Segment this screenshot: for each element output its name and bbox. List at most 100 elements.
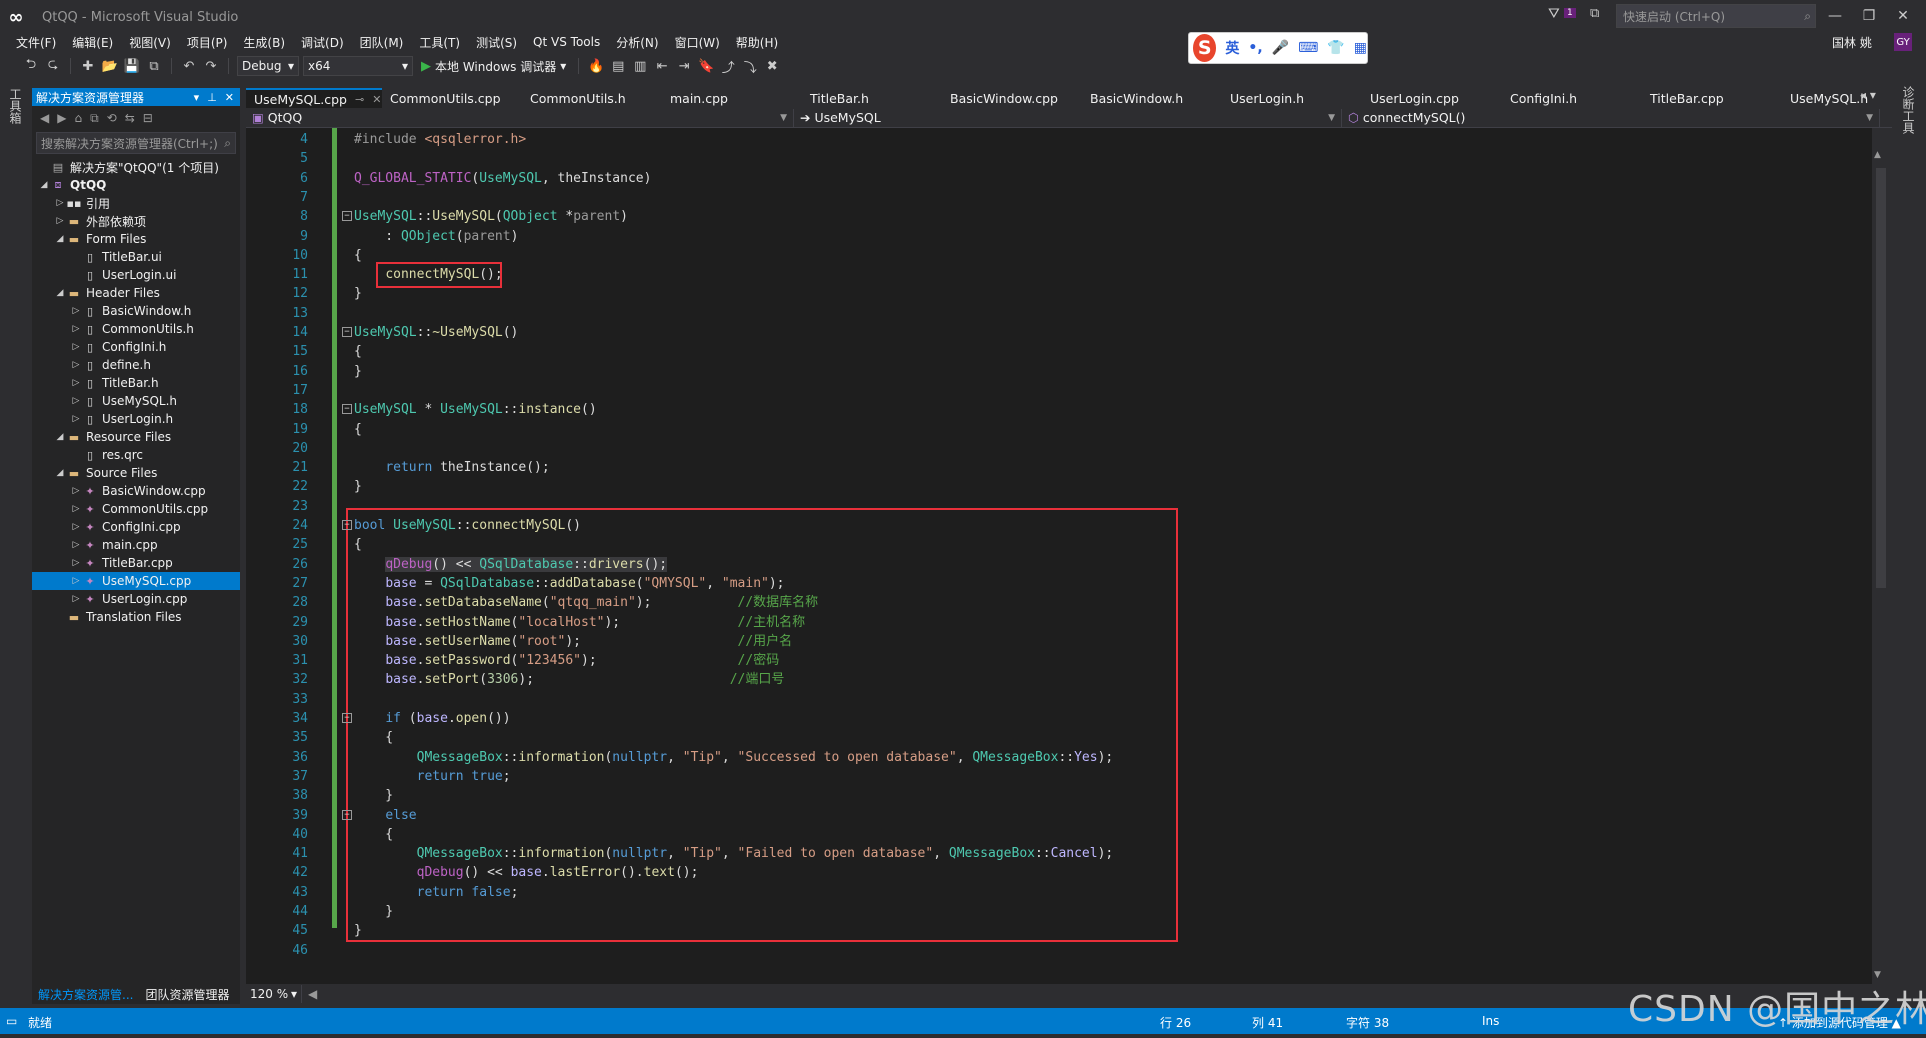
- tab-team-explorer[interactable]: 团队资源管理器: [139, 984, 235, 1004]
- tree-item[interactable]: ◢ ▬ Header Files: [32, 284, 240, 302]
- collapsed-arrow-icon[interactable]: ▷: [70, 324, 82, 334]
- open-file-icon[interactable]: 📂: [101, 59, 119, 74]
- expanded-arrow-icon[interactable]: ◢: [54, 234, 66, 244]
- scroll-up-icon[interactable]: ▲: [1874, 150, 1881, 160]
- tree-item[interactable]: ▷ ▯ define.h: [32, 356, 240, 374]
- menu-build[interactable]: 生成(B): [235, 34, 293, 51]
- document-tab[interactable]: main.cpp: [662, 88, 802, 108]
- uncomment-icon[interactable]: ▥: [631, 59, 649, 74]
- pin-icon[interactable]: ⊥: [207, 91, 217, 104]
- menu-team[interactable]: 团队(M): [352, 34, 412, 51]
- tab-solution-explorer[interactable]: 解决方案资源管...: [32, 984, 139, 1004]
- tree-item[interactable]: ◢ ⧈ QtQQ: [32, 176, 240, 194]
- collapse-region-icon[interactable]: −: [342, 809, 352, 820]
- code-line[interactable]: }: [354, 284, 362, 303]
- scroll-left-icon[interactable]: ◀: [308, 987, 317, 1001]
- tree-item[interactable]: ▷ ✦ TitleBar.cpp: [32, 554, 240, 572]
- code-line[interactable]: {: [354, 342, 362, 361]
- forward-icon[interactable]: ⮎: [44, 55, 62, 77]
- collapsed-arrow-icon[interactable]: ▷: [70, 414, 82, 424]
- code-line[interactable]: UseMySQL::~UseMySQL(): [354, 323, 518, 342]
- collapsed-arrow-icon[interactable]: ▷: [70, 306, 82, 316]
- document-tab[interactable]: TitleBar.h: [802, 88, 942, 108]
- tree-item[interactable]: ▷ ▯ UserLogin.h: [32, 410, 240, 428]
- tree-item[interactable]: ▷ ✦ BasicWindow.cpp: [32, 482, 240, 500]
- scrollbar-thumb[interactable]: [1876, 168, 1886, 588]
- collapsed-arrow-icon[interactable]: ▷: [70, 576, 82, 586]
- tree-item[interactable]: ▷ ▯ CommonUtils.h: [32, 320, 240, 338]
- menu-debug[interactable]: 调试(D): [293, 34, 352, 51]
- project-scope-select[interactable]: ▣ QtQQ ▼: [246, 108, 794, 127]
- collapse-region-icon[interactable]: −: [342, 327, 352, 337]
- tree-item[interactable]: ◢ ▬ Form Files: [32, 230, 240, 248]
- menu-analyze[interactable]: 分析(N): [608, 34, 666, 51]
- notification-flag-icon[interactable]: ⛛: [1548, 6, 1560, 22]
- back-icon[interactable]: ⮌: [22, 55, 40, 77]
- chevron-down-icon[interactable]: ▾: [194, 91, 200, 104]
- collapse-region-icon[interactable]: −: [342, 520, 352, 530]
- tree-item[interactable]: ▯ UserLogin.ui: [32, 266, 240, 284]
- notification-count-badge[interactable]: 1: [1564, 8, 1576, 18]
- code-line[interactable]: UseMySQL::UseMySQL(QObject *parent): [354, 207, 628, 226]
- tree-item[interactable]: ▷ ✦ main.cpp: [32, 536, 240, 554]
- quick-launch-input[interactable]: 快速启动 (Ctrl+Q) ⌕: [1616, 4, 1816, 28]
- code-line[interactable]: {: [354, 420, 362, 439]
- class-scope-select[interactable]: ➔ UseMySQL ▼: [794, 108, 1342, 127]
- document-tab[interactable]: CommonUtils.cpp: [382, 88, 522, 108]
- collapsed-arrow-icon[interactable]: ▷: [70, 360, 82, 370]
- undo-icon[interactable]: ↶: [180, 59, 198, 74]
- pending-changes-icon[interactable]: ⟲: [107, 111, 117, 125]
- document-tab[interactable]: CommonUtils.h: [522, 88, 662, 108]
- save-all-icon[interactable]: ⧉: [145, 59, 163, 74]
- code-line[interactable]: }: [354, 477, 362, 496]
- collapsed-arrow-icon[interactable]: ▷: [54, 198, 66, 208]
- home-icon[interactable]: ⌂: [74, 111, 82, 125]
- forward-icon[interactable]: ▶: [57, 111, 66, 125]
- document-tab[interactable]: UseMySQL.h: [1782, 88, 1922, 108]
- tree-item[interactable]: ▷ ✦ CommonUtils.cpp: [32, 500, 240, 518]
- outdent-icon[interactable]: ⇥: [675, 59, 693, 74]
- collapsed-arrow-icon[interactable]: ▷: [54, 216, 66, 226]
- back-icon[interactable]: ◀: [40, 111, 49, 125]
- document-tab[interactable]: UserLogin.h: [1222, 88, 1362, 108]
- expanded-arrow-icon[interactable]: ◢: [54, 468, 66, 478]
- minimize-button[interactable]: —: [1820, 4, 1850, 28]
- code-line[interactable]: }: [354, 362, 362, 381]
- member-scope-select[interactable]: ⬡ connectMySQL() ▼: [1342, 108, 1880, 127]
- restore-button[interactable]: ❐: [1854, 4, 1884, 28]
- document-tab[interactable]: BasicWindow.cpp: [942, 88, 1082, 108]
- tree-item[interactable]: ▷ ▬ 外部依赖项: [32, 212, 240, 230]
- code-editor[interactable]: 4 5 6 7 8 9 10 11 12 13 14 15 16 17 18 19 20 21 22 23 24 25 26…: [246, 128, 1876, 984]
- document-tab[interactable]: ConfigIni.h: [1502, 88, 1642, 108]
- scroll-down-icon[interactable]: ▼: [1874, 970, 1881, 980]
- tree-item[interactable]: ▷ ▪▪ 引用: [32, 194, 240, 212]
- menu-test[interactable]: 测试(S): [468, 34, 525, 51]
- menu-view[interactable]: 视图(V): [121, 34, 179, 51]
- start-debugging-button[interactable]: ▶ 本地 Windows 调试器 ▾: [417, 58, 570, 75]
- document-tab[interactable]: UserLogin.cpp: [1362, 88, 1502, 108]
- bookmark-icon[interactable]: 🔖: [697, 59, 715, 74]
- feedback-icon[interactable]: ⧉: [1590, 6, 1599, 21]
- expanded-arrow-icon[interactable]: ◢: [54, 432, 66, 442]
- close-button[interactable]: ✕: [1888, 4, 1918, 28]
- collapsed-arrow-icon[interactable]: ▷: [70, 396, 82, 406]
- save-icon[interactable]: 💾: [123, 59, 141, 74]
- collapsed-arrow-icon[interactable]: ▷: [70, 594, 82, 604]
- code-line[interactable]: UseMySQL * UseMySQL::instance(): [354, 400, 597, 419]
- tree-item[interactable]: ▤ 解决方案"QtQQ"(1 个项目): [32, 158, 240, 176]
- expanded-arrow-icon[interactable]: ◢: [38, 180, 50, 190]
- tree-item[interactable]: ▷ ▯ ConfigIni.h: [32, 338, 240, 356]
- collapse-region-icon[interactable]: −: [342, 404, 352, 415]
- tree-item[interactable]: ▷ ✦ ConfigIni.cpp: [32, 518, 240, 536]
- close-icon[interactable]: ✕: [372, 93, 381, 106]
- collapse-region-icon[interactable]: −: [342, 713, 352, 723]
- switch-views-icon[interactable]: ⧉: [90, 111, 99, 126]
- indent-icon[interactable]: ⇤: [653, 59, 671, 74]
- tree-item[interactable]: ▯ res.qrc: [32, 446, 240, 464]
- tree-item[interactable]: ▬ Translation Files: [32, 608, 240, 626]
- pin-icon[interactable]: ⊸: [355, 93, 364, 106]
- collapsed-arrow-icon[interactable]: ▷: [70, 378, 82, 388]
- tabs-overflow-icon[interactable]: ◂ ▾: [1860, 88, 1876, 102]
- tree-item[interactable]: ◢ ▬ Source Files: [32, 464, 240, 482]
- code-line[interactable]: {: [354, 246, 362, 265]
